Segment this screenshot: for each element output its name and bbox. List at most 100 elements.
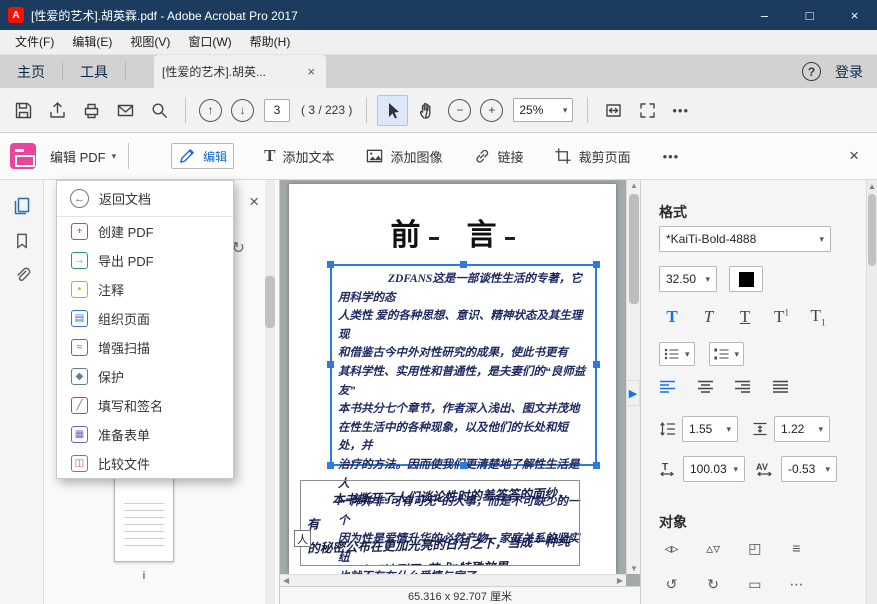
italic-button[interactable]: T xyxy=(696,307,722,327)
selection-handle[interactable] xyxy=(593,361,600,368)
menu-item-fill-sign[interactable]: ╱ 填写和签名 xyxy=(57,391,233,420)
replace-image-button[interactable]: ▭ xyxy=(742,572,767,596)
scrollbar-thumb[interactable] xyxy=(868,194,876,266)
menu-window[interactable]: 窗口(W) xyxy=(179,30,240,54)
selection-handle[interactable] xyxy=(593,462,600,469)
character-spacing-select[interactable]: 1.22 ▾ xyxy=(774,416,830,442)
fit-width-button[interactable] xyxy=(598,95,629,126)
scrollbar-thumb[interactable] xyxy=(265,276,275,328)
menu-view[interactable]: 视图(V) xyxy=(121,30,179,54)
menu-item-compare-files[interactable]: ◫ 比较文件 xyxy=(57,449,233,478)
kerning-select[interactable]: -0.53 ▾ xyxy=(781,456,837,482)
edit-mode-button[interactable]: 编辑 xyxy=(171,143,234,169)
email-button[interactable] xyxy=(110,95,141,126)
zoom-level-select[interactable]: 25% ▾ xyxy=(513,98,573,122)
arrange-button[interactable]: ⋯ xyxy=(784,572,809,596)
selection-handle[interactable] xyxy=(327,462,334,469)
select-tool-button[interactable] xyxy=(377,95,408,126)
document-horizontal-scrollbar[interactable]: ◀ ▶ xyxy=(280,574,626,586)
add-image-button[interactable]: 添加图像 xyxy=(365,147,443,166)
menu-item-enhance-scans[interactable]: ≈ 增强扫描 xyxy=(57,333,233,362)
next-page-button[interactable]: ↓ xyxy=(231,99,254,122)
menu-file[interactable]: 文件(F) xyxy=(6,30,63,54)
bookmarks-panel-button[interactable] xyxy=(13,232,31,253)
selection-handle[interactable] xyxy=(327,361,334,368)
selection-handle[interactable] xyxy=(593,261,600,268)
scroll-down-icon[interactable]: ▼ xyxy=(627,564,640,573)
edit-pdf-menu[interactable]: 编辑 PDF ▾ xyxy=(50,147,116,166)
maximize-button[interactable]: □ xyxy=(787,0,832,30)
align-center-button[interactable] xyxy=(697,380,714,397)
superscript-button[interactable]: T1 xyxy=(769,307,795,327)
back-to-document-item[interactable]: ← 返回文档 xyxy=(57,181,233,217)
toolbar-more-button[interactable]: ••• xyxy=(666,103,695,118)
flip-vertical-button[interactable]: ▵▿ xyxy=(701,536,726,560)
search-button[interactable] xyxy=(144,95,175,126)
margin-character-box[interactable]: 人 xyxy=(294,530,311,547)
font-color-button[interactable] xyxy=(729,266,763,292)
sign-in-button[interactable]: 登录 xyxy=(835,62,863,82)
selected-text-block[interactable]: ZDFANS这是一部谈性生活的专著，它用科学的态 人类性 爱的各种思想、意识、精… xyxy=(330,264,597,466)
selection-handle[interactable] xyxy=(327,261,334,268)
add-text-button[interactable]: T 添加文本 xyxy=(264,146,334,166)
zoom-out-button[interactable]: − xyxy=(448,99,471,122)
horizontal-scale-select[interactable]: 100.03 ▾ xyxy=(683,456,745,482)
font-family-select[interactable]: *KaiTi-Bold-4888 ▾ xyxy=(659,226,831,252)
scroll-up-icon[interactable]: ▲ xyxy=(867,182,877,191)
tab-home[interactable]: 主页 xyxy=(0,55,62,88)
hand-tool-button[interactable] xyxy=(411,95,442,126)
scrollbar-thumb[interactable] xyxy=(629,194,639,304)
crop-object-button[interactable]: ◰ xyxy=(742,536,767,560)
align-left-button[interactable] xyxy=(659,380,676,397)
link-button[interactable]: 链接 xyxy=(473,147,524,166)
numbered-list-button[interactable]: ▾ xyxy=(709,342,745,366)
tab-document[interactable]: [性爱的艺术].胡英... × xyxy=(154,55,326,88)
rotate-counterclockwise-button[interactable]: ↺ xyxy=(659,572,684,596)
tab-tools[interactable]: 工具 xyxy=(63,55,125,88)
font-size-select[interactable]: 32.50 ▾ xyxy=(659,266,717,292)
rotate-clockwise-button[interactable]: ↻ xyxy=(701,572,726,596)
pdf-page[interactable]: 前言 ZDFANS这是一部谈性生活的专著，它用科学的态 人类性 爱的各种思想、意… xyxy=(289,184,616,574)
menu-item-create-pdf[interactable]: + 创建 PDF xyxy=(57,217,233,246)
menu-help[interactable]: 帮助(H) xyxy=(241,30,300,54)
bold-button[interactable]: T xyxy=(659,307,685,327)
menu-item-export-pdf[interactable]: → 导出 PDF xyxy=(57,246,233,275)
align-justify-button[interactable] xyxy=(772,380,789,397)
subscript-button[interactable]: T1 xyxy=(805,306,831,327)
menu-item-prepare-form[interactable]: ▦ 准备表单 xyxy=(57,420,233,449)
previous-page-button[interactable]: ↑ xyxy=(199,99,222,122)
close-button[interactable]: × xyxy=(832,0,877,30)
crop-pages-button[interactable]: 裁剪页面 xyxy=(554,147,631,166)
bullet-list-button[interactable]: ▾ xyxy=(659,342,695,366)
scroll-up-icon[interactable]: ▲ xyxy=(627,181,640,190)
page-thumbnails-panel-button[interactable] xyxy=(12,196,32,219)
attachments-panel-button[interactable] xyxy=(13,266,31,287)
align-right-button[interactable] xyxy=(734,380,751,397)
flip-horizontal-button[interactable]: ◃▹ xyxy=(659,536,684,560)
right-panel-toggle[interactable]: ▶ xyxy=(626,380,640,406)
edit-toolbar-close-icon[interactable]: × xyxy=(849,146,859,166)
print-button[interactable] xyxy=(76,95,107,126)
document-title[interactable]: 前言 xyxy=(289,210,616,254)
menu-item-comment[interactable]: • 注释 xyxy=(57,275,233,304)
menu-item-organize-pages[interactable]: ▤ 组织页面 xyxy=(57,304,233,333)
format-panel-scrollbar[interactable]: ▲ xyxy=(866,180,877,604)
save-button[interactable] xyxy=(8,95,39,126)
page-thumbnail[interactable] xyxy=(114,476,174,562)
minimize-button[interactable]: – xyxy=(742,0,787,30)
selection-handle[interactable] xyxy=(460,462,467,469)
document-vertical-scrollbar[interactable]: ▲ ▼ xyxy=(626,180,640,574)
edit-toolbar-more-button[interactable]: ••• xyxy=(657,149,686,164)
zoom-in-button[interactable]: + xyxy=(480,99,503,122)
underline-button[interactable]: T xyxy=(732,307,758,327)
align-objects-button[interactable]: ≡ xyxy=(784,536,809,560)
fullscreen-button[interactable] xyxy=(632,95,663,126)
share-button[interactable] xyxy=(42,95,73,126)
menu-edit[interactable]: 编辑(E) xyxy=(63,30,121,54)
help-icon[interactable]: ? xyxy=(802,62,821,81)
line-spacing-select[interactable]: 1.55 ▾ xyxy=(682,416,738,442)
document-tab-close-icon[interactable]: × xyxy=(304,64,318,79)
selection-handle[interactable] xyxy=(460,261,467,268)
panel-close-icon[interactable]: × xyxy=(249,192,259,212)
thumbnails-scrollbar[interactable] xyxy=(265,180,275,604)
